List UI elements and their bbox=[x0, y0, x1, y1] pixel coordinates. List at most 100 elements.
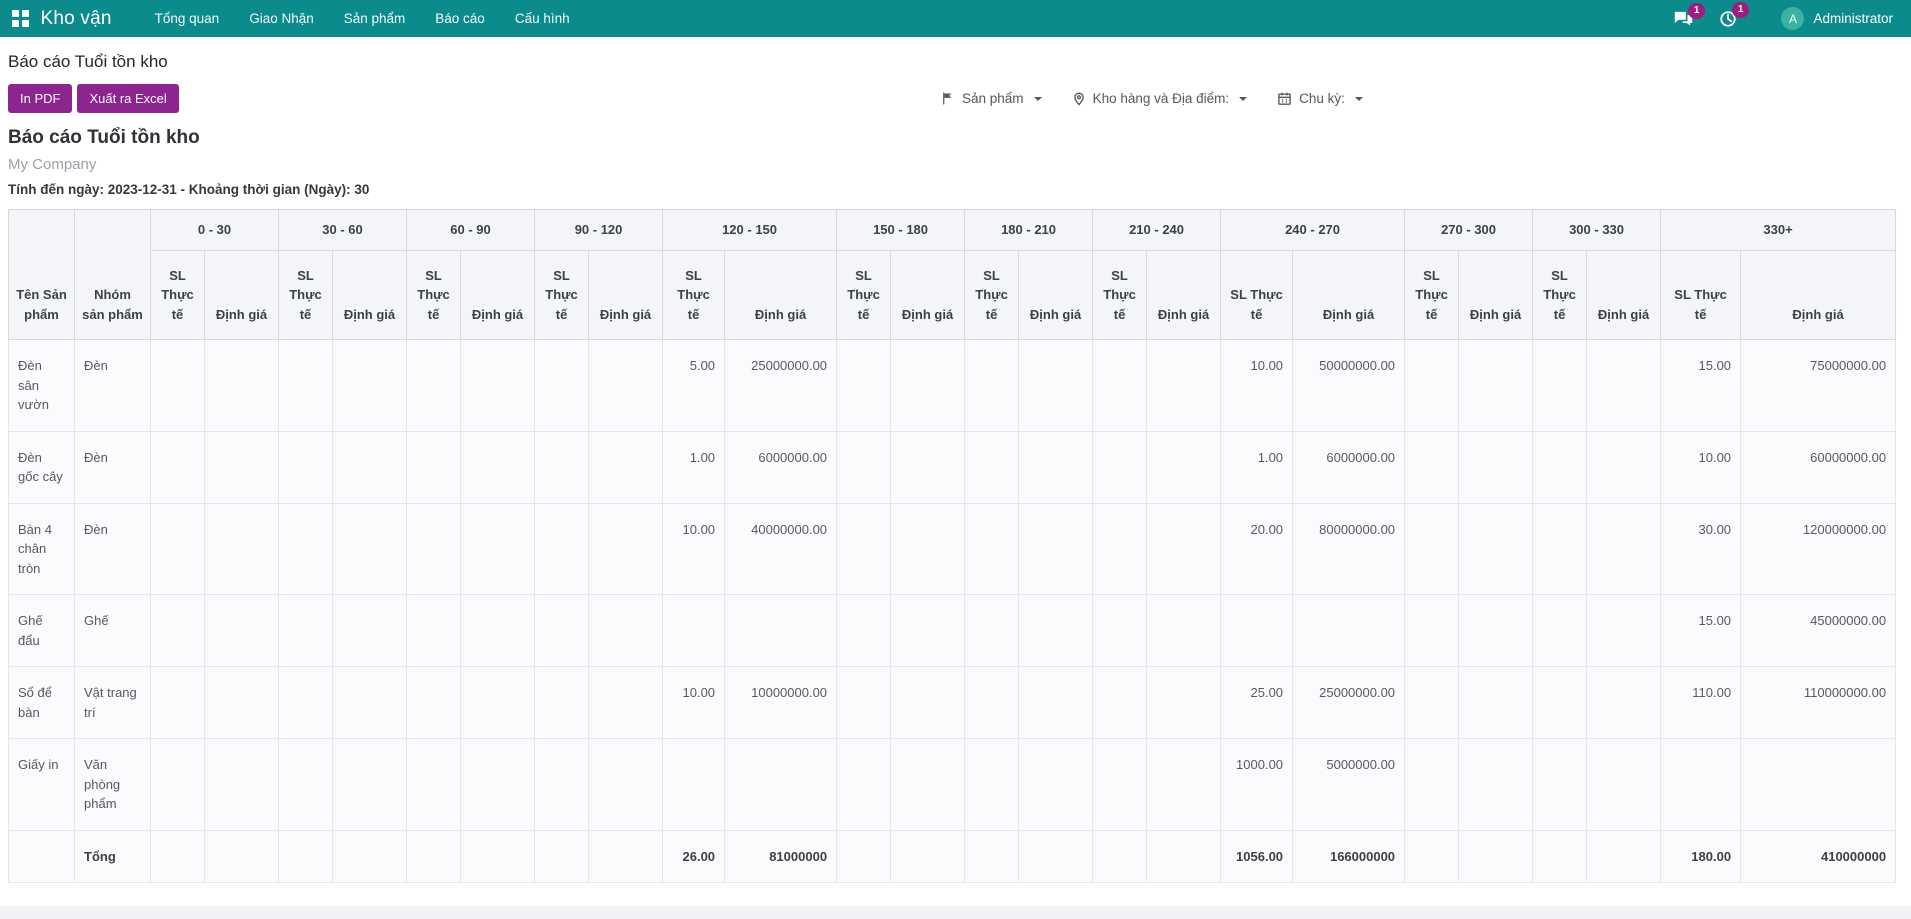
table-row: Sổ để bànVật trang trí10.0010000000.0025… bbox=[9, 667, 1896, 739]
messages-badge: 1 bbox=[1688, 3, 1706, 19]
group-cell: Văn phòng phẩm bbox=[75, 739, 151, 831]
value-cell: 80000000.00 bbox=[1293, 503, 1405, 595]
qty-cell: 1.00 bbox=[663, 431, 725, 503]
qty-cell bbox=[1405, 739, 1459, 831]
product-cell: Giấy in bbox=[9, 739, 75, 831]
value-cell bbox=[891, 340, 965, 432]
filter-product[interactable]: Sản phẩm bbox=[940, 91, 1042, 106]
qty-column-header: SL Thực tế bbox=[663, 250, 725, 340]
qty-cell: 30.00 bbox=[1661, 503, 1741, 595]
value-cell bbox=[1459, 503, 1533, 595]
value-cell bbox=[461, 595, 535, 667]
bucket-header: 120 - 150 bbox=[663, 210, 837, 251]
messages-button[interactable]: 1 bbox=[1674, 11, 1693, 27]
qty-cell bbox=[1093, 431, 1147, 503]
value-cell bbox=[589, 431, 663, 503]
qty-column-header: SL Thực tế bbox=[1093, 250, 1147, 340]
value-cell bbox=[725, 595, 837, 667]
qty-cell bbox=[663, 595, 725, 667]
nav-item-san-pham[interactable]: Sản phẩm bbox=[329, 0, 421, 37]
report-title: Báo cáo Tuổi tồn kho bbox=[8, 127, 1903, 149]
value-cell bbox=[1587, 739, 1661, 831]
avatar: A bbox=[1781, 7, 1804, 30]
total-value-cell bbox=[333, 830, 407, 883]
app-brand[interactable]: Kho vận bbox=[41, 8, 112, 30]
horizontal-scrollbar[interactable] bbox=[0, 906, 1911, 919]
qty-column-header: SL Thực tế bbox=[1533, 250, 1587, 340]
bucket-header: 0 - 30 bbox=[151, 210, 279, 251]
nav-item-tong-quan[interactable]: Tổng quan bbox=[140, 0, 235, 37]
total-value-cell bbox=[1147, 830, 1221, 883]
value-cell bbox=[1741, 739, 1896, 831]
activities-button[interactable]: 1 bbox=[1719, 10, 1737, 28]
value-column-header: Định giá bbox=[1019, 250, 1093, 340]
value-column-header: Định giá bbox=[1459, 250, 1533, 340]
qty-cell bbox=[407, 431, 461, 503]
bucket-header: 90 - 120 bbox=[535, 210, 663, 251]
value-cell bbox=[891, 595, 965, 667]
bucket-header: 330+ bbox=[1661, 210, 1896, 251]
value-cell bbox=[1459, 431, 1533, 503]
value-column-header: Định giá bbox=[725, 250, 837, 340]
value-cell bbox=[1147, 667, 1221, 739]
total-empty-cell bbox=[9, 830, 75, 883]
qty-cell bbox=[151, 667, 205, 739]
value-cell bbox=[333, 340, 407, 432]
total-value-cell bbox=[891, 830, 965, 883]
value-cell: 5000000.00 bbox=[1293, 739, 1405, 831]
total-qty-cell bbox=[1533, 830, 1587, 883]
print-pdf-button[interactable]: In PDF bbox=[8, 84, 72, 113]
qty-column-header: SL Thực tế bbox=[535, 250, 589, 340]
qty-cell bbox=[535, 503, 589, 595]
user-menu[interactable]: A Administrator bbox=[1781, 7, 1893, 30]
qty-cell bbox=[837, 340, 891, 432]
qty-column-header: SL Thực tế bbox=[1405, 250, 1459, 340]
qty-cell bbox=[1405, 431, 1459, 503]
value-cell bbox=[461, 340, 535, 432]
filter-period[interactable]: Chu kỳ: bbox=[1277, 91, 1363, 106]
total-qty-cell bbox=[151, 830, 205, 883]
qty-cell bbox=[151, 739, 205, 831]
value-cell bbox=[891, 667, 965, 739]
qty-cell bbox=[965, 431, 1019, 503]
product-column-header: Tên Sản phẩm bbox=[9, 210, 75, 340]
total-qty-cell bbox=[279, 830, 333, 883]
qty-cell: 1000.00 bbox=[1221, 739, 1293, 831]
nav-item-cau-hinh[interactable]: Cấu hình bbox=[500, 0, 585, 37]
qty-cell bbox=[279, 667, 333, 739]
value-cell bbox=[1019, 503, 1093, 595]
nav-item-bao-cao[interactable]: Báo cáo bbox=[420, 0, 500, 37]
value-cell bbox=[205, 595, 279, 667]
apps-menu-icon[interactable] bbox=[12, 10, 29, 27]
value-cell bbox=[205, 667, 279, 739]
value-cell bbox=[891, 739, 965, 831]
value-cell bbox=[1587, 503, 1661, 595]
value-cell bbox=[1587, 431, 1661, 503]
flag-icon bbox=[940, 91, 955, 106]
total-qty-cell: 180.00 bbox=[1661, 830, 1741, 883]
qty-column-header: SL Thực tế bbox=[965, 250, 1019, 340]
page-title: Báo cáo Tuổi tồn kho bbox=[8, 52, 1903, 72]
total-value-cell: 81000000 bbox=[725, 830, 837, 883]
value-cell bbox=[461, 503, 535, 595]
qty-cell bbox=[535, 431, 589, 503]
total-qty-cell bbox=[1093, 830, 1147, 883]
value-cell bbox=[589, 503, 663, 595]
total-qty-cell: 26.00 bbox=[663, 830, 725, 883]
value-cell: 50000000.00 bbox=[1293, 340, 1405, 432]
qty-column-header: SL Thực tế bbox=[151, 250, 205, 340]
total-qty-cell bbox=[407, 830, 461, 883]
qty-cell bbox=[1405, 340, 1459, 432]
value-cell bbox=[1587, 667, 1661, 739]
qty-cell bbox=[965, 739, 1019, 831]
bucket-header: 270 - 300 bbox=[1405, 210, 1533, 251]
table-row: Bàn 4 chân trònĐèn10.0040000000.0020.008… bbox=[9, 503, 1896, 595]
value-cell bbox=[461, 667, 535, 739]
export-excel-button[interactable]: Xuất ra Excel bbox=[77, 84, 178, 113]
qty-column-header: SL Thực tế bbox=[1221, 250, 1293, 340]
total-qty-cell bbox=[837, 830, 891, 883]
value-cell bbox=[333, 431, 407, 503]
filter-warehouse-location[interactable]: Kho hàng và Địa điểm: bbox=[1072, 91, 1248, 107]
value-column-header: Định giá bbox=[1147, 250, 1221, 340]
nav-item-giao-nhan[interactable]: Giao Nhận bbox=[234, 0, 329, 37]
